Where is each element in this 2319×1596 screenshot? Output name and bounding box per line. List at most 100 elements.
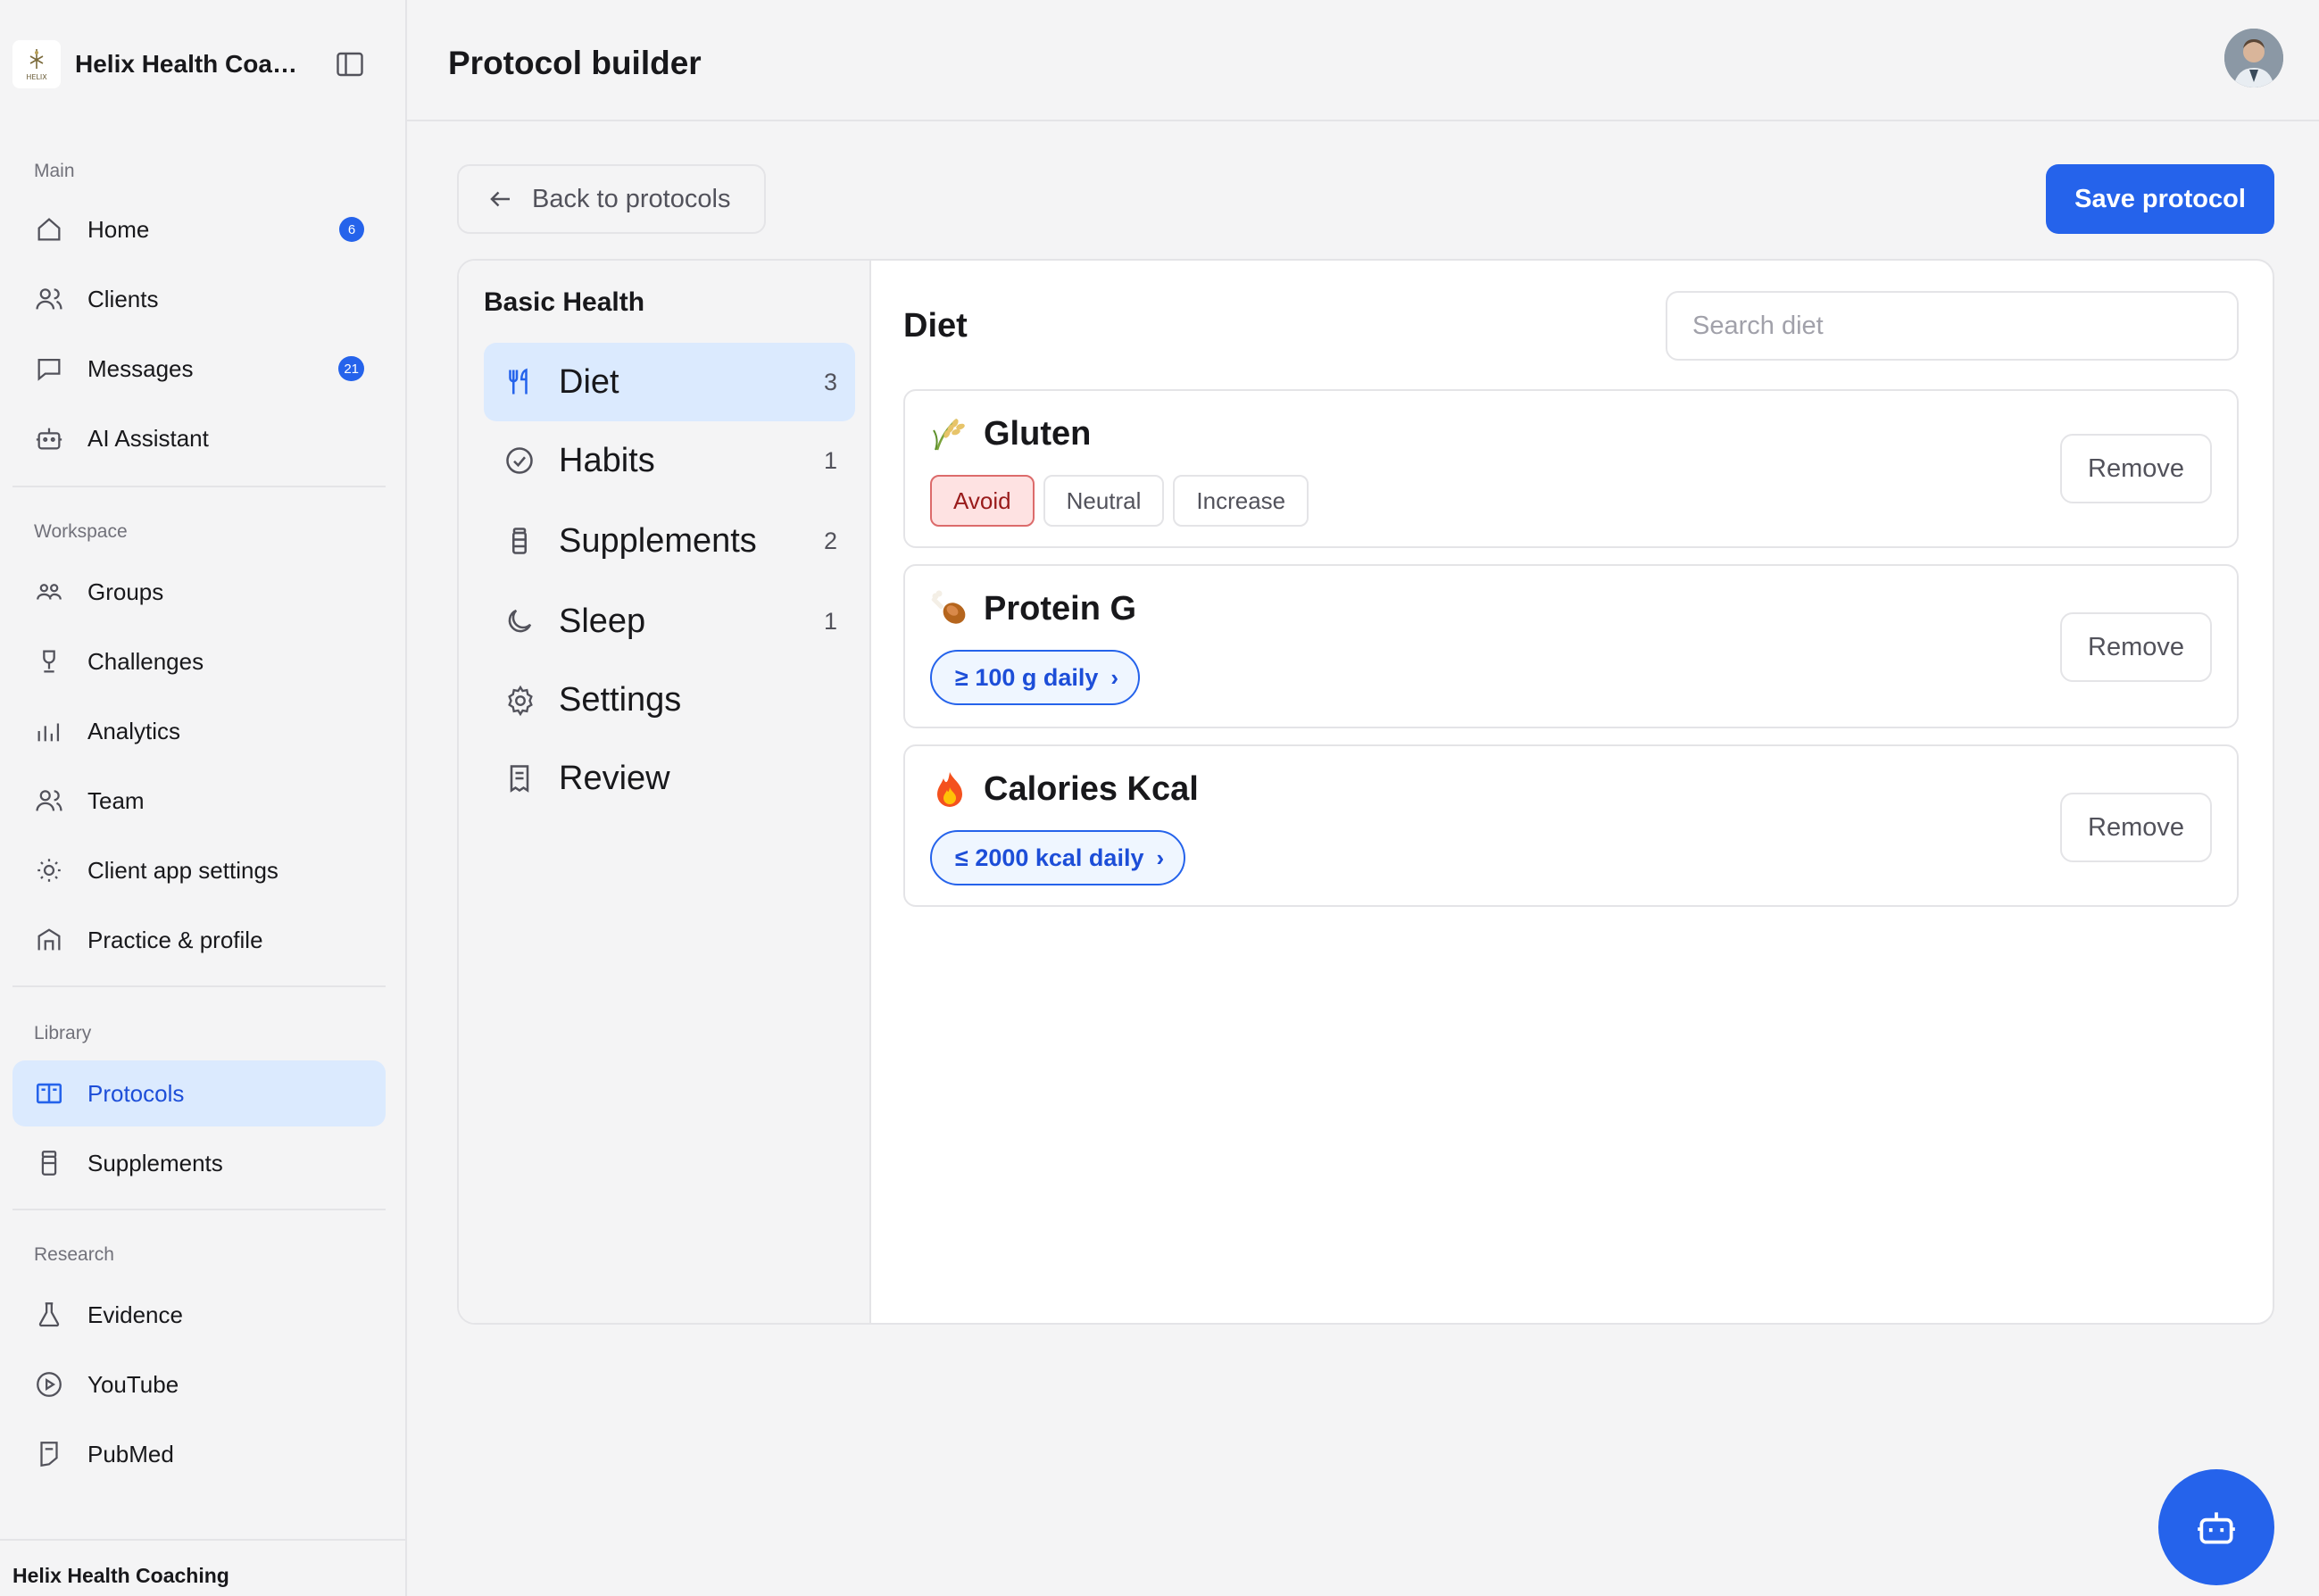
notification-badge: 6 bbox=[339, 217, 364, 242]
protocol-builder-panel: Basic Health Diet 3 Habits 1 Supplements… bbox=[457, 259, 2274, 1325]
bot-icon bbox=[2194, 1505, 2239, 1550]
chevron-right-icon: › bbox=[1110, 663, 1119, 691]
sidebar-item-challenges[interactable]: Challenges bbox=[12, 628, 386, 694]
sidebar-item-label: Client app settings bbox=[87, 856, 278, 884]
avatar[interactable] bbox=[2224, 29, 2283, 87]
sun-settings-icon bbox=[34, 855, 64, 885]
sidebar-item-client-app-settings[interactable]: Client app settings bbox=[12, 837, 386, 903]
step-label: Settings bbox=[559, 680, 682, 719]
sidebar-item-ai-assistant[interactable]: AI Assistant bbox=[12, 405, 386, 471]
diet-item-calories: Calories Kcal ≤ 2000 kcal daily › Remove bbox=[903, 744, 2239, 907]
sidebar-item-label: Supplements bbox=[87, 1149, 223, 1176]
step-count: 3 bbox=[823, 368, 837, 395]
brand[interactable]: HELIX Helix Health Coaching bbox=[12, 36, 393, 93]
notification-badge: 21 bbox=[338, 356, 364, 381]
target-label: ≥ 100 g daily bbox=[955, 663, 1099, 691]
footer-practice-name: Helix Health Coaching bbox=[12, 1564, 229, 1587]
target-pill[interactable]: ≥ 100 g daily › bbox=[930, 650, 1141, 705]
sidebar-item-protocols[interactable]: Protocols bbox=[12, 1060, 386, 1126]
sidebar-item-pubmed[interactable]: PubMed bbox=[12, 1421, 386, 1487]
remove-button[interactable]: Remove bbox=[2060, 793, 2212, 862]
step-sleep[interactable]: Sleep 1 bbox=[484, 582, 855, 661]
fire-emoji-icon bbox=[930, 769, 969, 809]
divider bbox=[0, 1539, 407, 1541]
section-label-research: Research bbox=[34, 1244, 114, 1265]
protocol-name: Basic Health bbox=[484, 287, 645, 317]
step-label: Review bbox=[559, 759, 670, 797]
sidebar-item-label: Messages bbox=[87, 354, 194, 382]
sidebar-toggle-icon[interactable] bbox=[334, 48, 366, 80]
sidebar-item-groups[interactable]: Groups bbox=[12, 559, 386, 625]
bookmark-icon bbox=[34, 1439, 64, 1469]
users-icon bbox=[34, 284, 64, 314]
sidebar-item-label: Evidence bbox=[87, 1301, 183, 1328]
group-icon bbox=[34, 577, 64, 607]
step-count: 1 bbox=[823, 446, 837, 474]
step-label: Diet bbox=[559, 362, 619, 401]
sidebar-item-home[interactable]: Home 6 bbox=[12, 196, 386, 262]
section-label-main: Main bbox=[34, 161, 75, 181]
sidebar-item-label: Clients bbox=[87, 285, 159, 312]
sidebar-item-label: YouTube bbox=[87, 1370, 179, 1398]
message-icon bbox=[34, 353, 64, 384]
book-open-icon bbox=[34, 1078, 64, 1109]
diet-item-gluten: Gluten Avoid Neutral Increase Remove bbox=[903, 389, 2239, 548]
diet-content: Diet Gluten Avoid Neutral Increase Remov… bbox=[871, 261, 2273, 1323]
bot-icon bbox=[34, 423, 64, 453]
flask-icon bbox=[34, 1300, 64, 1330]
sidebar-item-messages[interactable]: Messages 21 bbox=[12, 336, 386, 402]
option-neutral[interactable]: Neutral bbox=[1043, 475, 1165, 527]
sidebar: HELIX Helix Health Coaching Main Home 6 … bbox=[0, 0, 407, 1596]
section-label-workspace: Workspace bbox=[34, 521, 128, 542]
search-input[interactable] bbox=[1666, 291, 2239, 361]
save-protocol-button[interactable]: Save protocol bbox=[2046, 164, 2274, 234]
check-circle-icon bbox=[503, 445, 536, 477]
section-title: Diet bbox=[903, 307, 968, 345]
building-icon bbox=[34, 925, 64, 955]
sidebar-item-label: Home bbox=[87, 215, 150, 243]
remove-button[interactable]: Remove bbox=[2060, 434, 2212, 503]
item-header: Gluten bbox=[930, 414, 1091, 453]
step-habits[interactable]: Habits 1 bbox=[484, 421, 855, 500]
step-label: Habits bbox=[559, 441, 655, 479]
back-to-protocols-button[interactable]: Back to protocols bbox=[457, 164, 766, 234]
pill-bottle-icon bbox=[503, 525, 536, 557]
brand-logo: HELIX bbox=[12, 40, 61, 88]
sidebar-item-supplements[interactable]: Supplements bbox=[12, 1130, 386, 1196]
brand-name: Helix Health Coaching bbox=[75, 50, 300, 78]
sidebar-item-practice-profile[interactable]: Practice & profile bbox=[12, 907, 386, 973]
target-pill[interactable]: ≤ 2000 kcal daily › bbox=[930, 830, 1186, 885]
team-icon bbox=[34, 786, 64, 816]
step-settings[interactable]: Settings bbox=[484, 661, 855, 739]
gear-icon bbox=[503, 684, 536, 717]
sidebar-item-label: Analytics bbox=[87, 717, 181, 744]
sidebar-item-clients[interactable]: Clients bbox=[12, 266, 386, 332]
option-increase[interactable]: Increase bbox=[1173, 475, 1309, 527]
page-title: Protocol builder bbox=[448, 45, 702, 81]
step-review[interactable]: Review bbox=[484, 739, 855, 818]
play-circle-icon bbox=[34, 1369, 64, 1400]
sidebar-item-label: Team bbox=[87, 786, 145, 814]
bar-chart-icon bbox=[34, 716, 64, 746]
diet-item-protein: Protein G ≥ 100 g daily › Remove bbox=[903, 564, 2239, 728]
step-count: 1 bbox=[823, 607, 837, 635]
ai-assistant-fab[interactable] bbox=[2158, 1469, 2274, 1585]
poultry-leg-emoji-icon bbox=[930, 589, 969, 628]
recommendation-options: Avoid Neutral Increase bbox=[930, 475, 1309, 527]
step-supplements[interactable]: Supplements 2 bbox=[484, 502, 855, 580]
section-label-library: Library bbox=[34, 1023, 92, 1043]
trophy-icon bbox=[34, 646, 64, 677]
remove-button[interactable]: Remove bbox=[2060, 612, 2212, 682]
divider bbox=[12, 1209, 386, 1210]
sidebar-item-label: AI Assistant bbox=[87, 424, 209, 452]
sidebar-item-analytics[interactable]: Analytics bbox=[12, 698, 386, 764]
item-header: Calories Kcal bbox=[930, 769, 1199, 809]
item-name: Gluten bbox=[984, 414, 1092, 453]
sidebar-item-evidence[interactable]: Evidence bbox=[12, 1282, 386, 1348]
target-label: ≤ 2000 kcal daily bbox=[955, 844, 1144, 871]
sidebar-item-youtube[interactable]: YouTube bbox=[12, 1351, 386, 1417]
option-avoid[interactable]: Avoid bbox=[930, 475, 1035, 527]
sidebar-item-team[interactable]: Team bbox=[12, 768, 386, 834]
divider bbox=[12, 985, 386, 987]
step-diet[interactable]: Diet 3 bbox=[484, 343, 855, 421]
